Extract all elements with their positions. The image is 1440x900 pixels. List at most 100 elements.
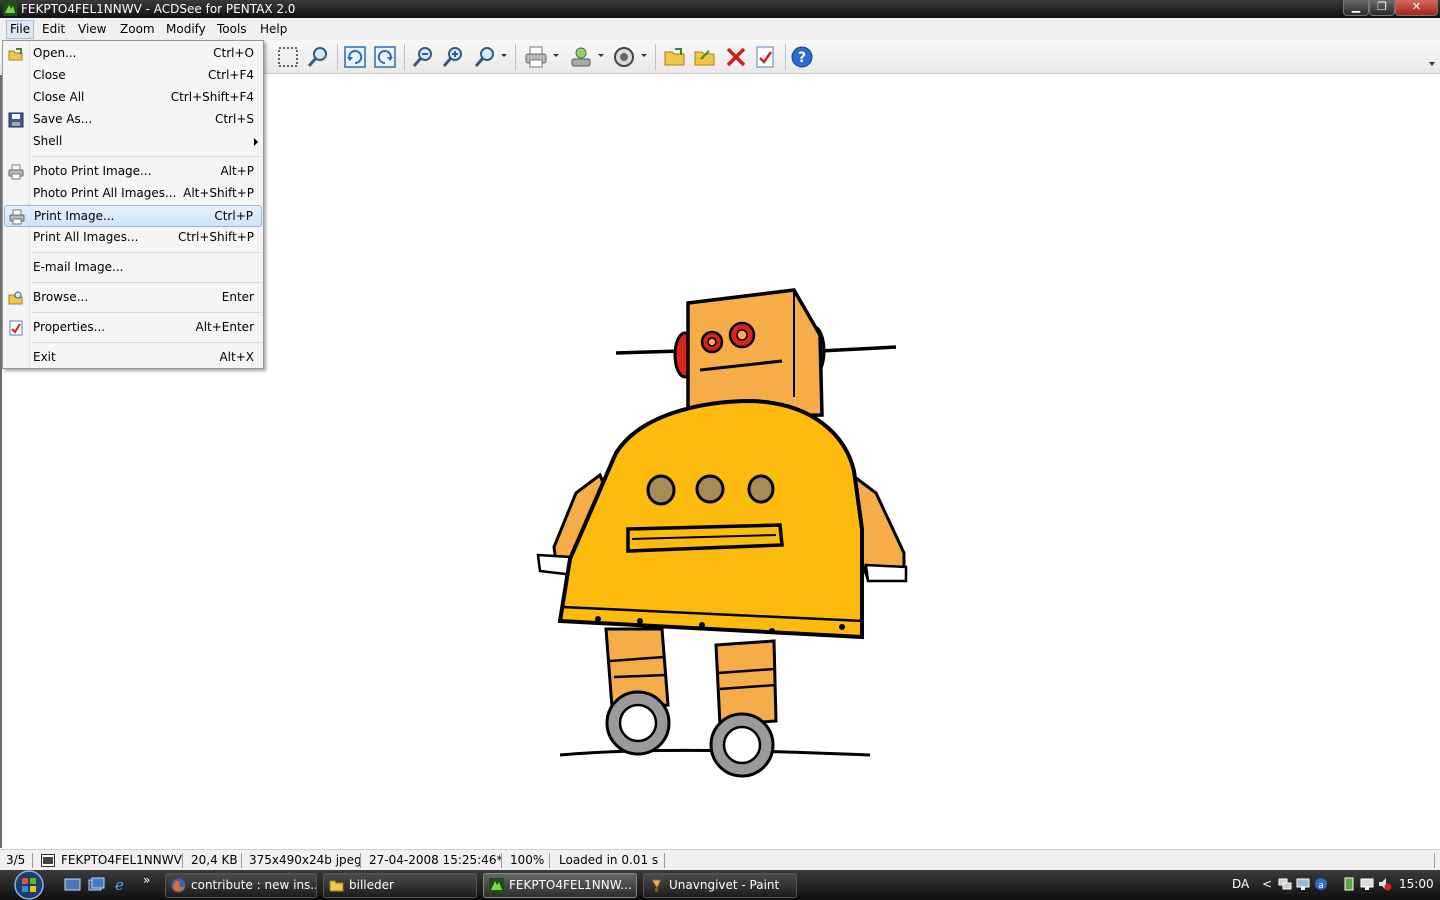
taskbar-item-label: contribute : new ins... xyxy=(191,878,317,892)
open-folder-icon[interactable] xyxy=(663,45,687,69)
scanner-icon[interactable] xyxy=(569,45,593,69)
menu-item-photo-print-all[interactable]: Photo Print All Images... Alt+Shift+P xyxy=(4,183,262,205)
title-bar: FEKPTO4FEL1NNWV - ACDSee for PENTAX 2.0 … xyxy=(0,0,1440,18)
menu-view[interactable]: View xyxy=(75,20,109,39)
internet-explorer-icon[interactable]: e xyxy=(111,877,128,892)
scanner-dropdown-arrow[interactable] xyxy=(598,54,604,57)
status-separator xyxy=(664,853,665,868)
menu-item-properties[interactable]: Properties... Alt+Enter xyxy=(4,317,262,339)
taskbar-item-firefox[interactable]: contribute : new ins... xyxy=(165,873,317,898)
status-modified-date: 27-04-2008 15:25:46* xyxy=(369,853,503,867)
robot-image xyxy=(536,288,908,778)
menu-item-save-as[interactable]: Save As... Ctrl+S xyxy=(4,109,262,131)
status-separator xyxy=(501,853,502,868)
menu-item-open[interactable]: Open... Ctrl+O xyxy=(4,43,262,65)
rotate-right-icon[interactable] xyxy=(373,45,397,69)
menu-item-label: Print All Images... xyxy=(33,230,139,244)
quicklaunch-more[interactable]: » xyxy=(143,873,150,887)
menu-item-photo-print-image[interactable]: Photo Print Image... Alt+P xyxy=(4,161,262,183)
status-separator xyxy=(32,853,33,868)
status-load-time: Loaded in 0.01 s xyxy=(559,853,659,867)
start-button[interactable] xyxy=(9,870,49,900)
taskbar-item-acdsee[interactable]: FEKPTO4FEL1NNW... xyxy=(483,873,637,898)
print-icon[interactable] xyxy=(524,45,548,69)
status-bar: 3/5 FEKPTO4FEL1NNWV 20,4 KB 375x490x24b … xyxy=(0,849,1440,870)
menu-help[interactable]: Help xyxy=(257,20,290,39)
network-tray-icon[interactable] xyxy=(1278,877,1292,891)
acdsee-app-icon xyxy=(3,2,17,16)
browse-icon xyxy=(8,291,23,305)
display-tray-icon[interactable] xyxy=(1296,877,1310,891)
toolbar-separator xyxy=(515,44,516,70)
menu-item-label: E-mail Image... xyxy=(33,260,124,274)
menu-item-shortcut: Ctrl+Shift+F4 xyxy=(170,90,254,104)
taskbar-item-billeder[interactable]: billeder xyxy=(323,873,477,898)
menu-zoom[interactable]: Zoom xyxy=(117,20,158,39)
properties-icon[interactable] xyxy=(753,45,777,69)
delete-icon[interactable] xyxy=(724,45,748,69)
update-tray-icon[interactable]: a xyxy=(1314,877,1328,891)
minimize-button[interactable]: ▁ xyxy=(1343,0,1369,16)
device-tray-icon[interactable] xyxy=(1342,877,1356,891)
menu-separator xyxy=(32,342,261,343)
print-icon xyxy=(9,209,25,225)
status-separator xyxy=(360,853,361,868)
zoom-menu-icon[interactable] xyxy=(473,45,497,69)
tray-expand-button[interactable]: < xyxy=(1262,877,1272,891)
resize-grip[interactable] xyxy=(1434,853,1435,868)
status-separator xyxy=(241,853,242,868)
file-menu-dropdown: Open... Ctrl+O Close Ctrl+F4 Close All C… xyxy=(2,40,264,369)
rotate-left-icon[interactable] xyxy=(343,45,367,69)
status-separator xyxy=(182,853,183,868)
print-dropdown-arrow[interactable] xyxy=(553,54,559,57)
switch-windows-icon[interactable] xyxy=(88,877,105,892)
menu-modify[interactable]: Modify xyxy=(163,20,209,39)
menu-item-close[interactable]: Close Ctrl+F4 xyxy=(4,65,262,87)
slideshow-icon[interactable] xyxy=(612,45,636,69)
menu-item-label: Shell xyxy=(33,134,63,148)
select-icon[interactable] xyxy=(276,45,300,69)
menu-item-shell[interactable]: Shell xyxy=(4,131,262,153)
zoom-out-icon[interactable] xyxy=(411,45,435,69)
volume-muted-icon[interactable] xyxy=(1378,877,1392,891)
paint-icon xyxy=(651,879,662,892)
toolbar-separator xyxy=(404,44,405,70)
menu-tools[interactable]: Tools xyxy=(214,20,250,39)
submenu-arrow-icon xyxy=(254,138,258,146)
svg-text:?: ? xyxy=(798,50,806,66)
menu-edit[interactable]: Edit xyxy=(39,20,68,39)
menu-file[interactable]: File xyxy=(6,20,35,39)
menu-item-print-all-images[interactable]: Print All Images... Ctrl+Shift+P xyxy=(4,227,262,249)
menu-item-browse[interactable]: Browse... Enter xyxy=(4,287,262,309)
close-button[interactable]: ✕ xyxy=(1395,0,1438,16)
photo-print-icon xyxy=(8,164,24,180)
properties-icon xyxy=(9,320,23,336)
taskbar: e » contribute : new ins... billeder FEK… xyxy=(0,870,1440,900)
menu-item-label: Browse... xyxy=(33,290,89,304)
menu-item-print-image[interactable]: Print Image... Ctrl+P xyxy=(4,205,262,227)
menu-item-shortcut: Alt+X xyxy=(219,350,254,364)
taskbar-item-paint[interactable]: Unavngivet - Paint xyxy=(643,873,797,898)
zoom-dropdown-arrow[interactable] xyxy=(501,54,507,57)
language-indicator[interactable]: DA xyxy=(1232,877,1249,891)
taskbar-item-label: Unavngivet - Paint xyxy=(669,878,780,892)
copy-to-folder-icon[interactable] xyxy=(693,45,717,69)
maximize-button[interactable]: ❐ xyxy=(1369,0,1395,16)
clock[interactable]: 15:00 xyxy=(1399,877,1434,891)
taskbar-item-label: FEKPTO4FEL1NNW... xyxy=(509,878,632,892)
monitor-tray-icon[interactable] xyxy=(1360,877,1374,891)
zoom-in-icon[interactable] xyxy=(441,45,465,69)
menu-item-exit[interactable]: Exit Alt+X xyxy=(4,347,262,369)
menu-item-email-image[interactable]: E-mail Image... xyxy=(4,257,262,279)
slideshow-dropdown-arrow[interactable] xyxy=(641,54,647,57)
menu-item-shortcut: Alt+P xyxy=(220,164,254,178)
folder-icon xyxy=(329,880,344,892)
menu-item-shortcut: Ctrl+O xyxy=(213,46,254,60)
taskbar-item-label: billeder xyxy=(349,878,394,892)
show-desktop-icon[interactable] xyxy=(64,877,81,892)
toolbar-overflow-arrow[interactable] xyxy=(1429,62,1435,66)
save-icon xyxy=(8,112,24,128)
zoom-tool-icon[interactable] xyxy=(306,45,330,69)
help-icon[interactable]: ? xyxy=(790,45,814,69)
menu-item-close-all[interactable]: Close All Ctrl+Shift+F4 xyxy=(4,87,262,109)
